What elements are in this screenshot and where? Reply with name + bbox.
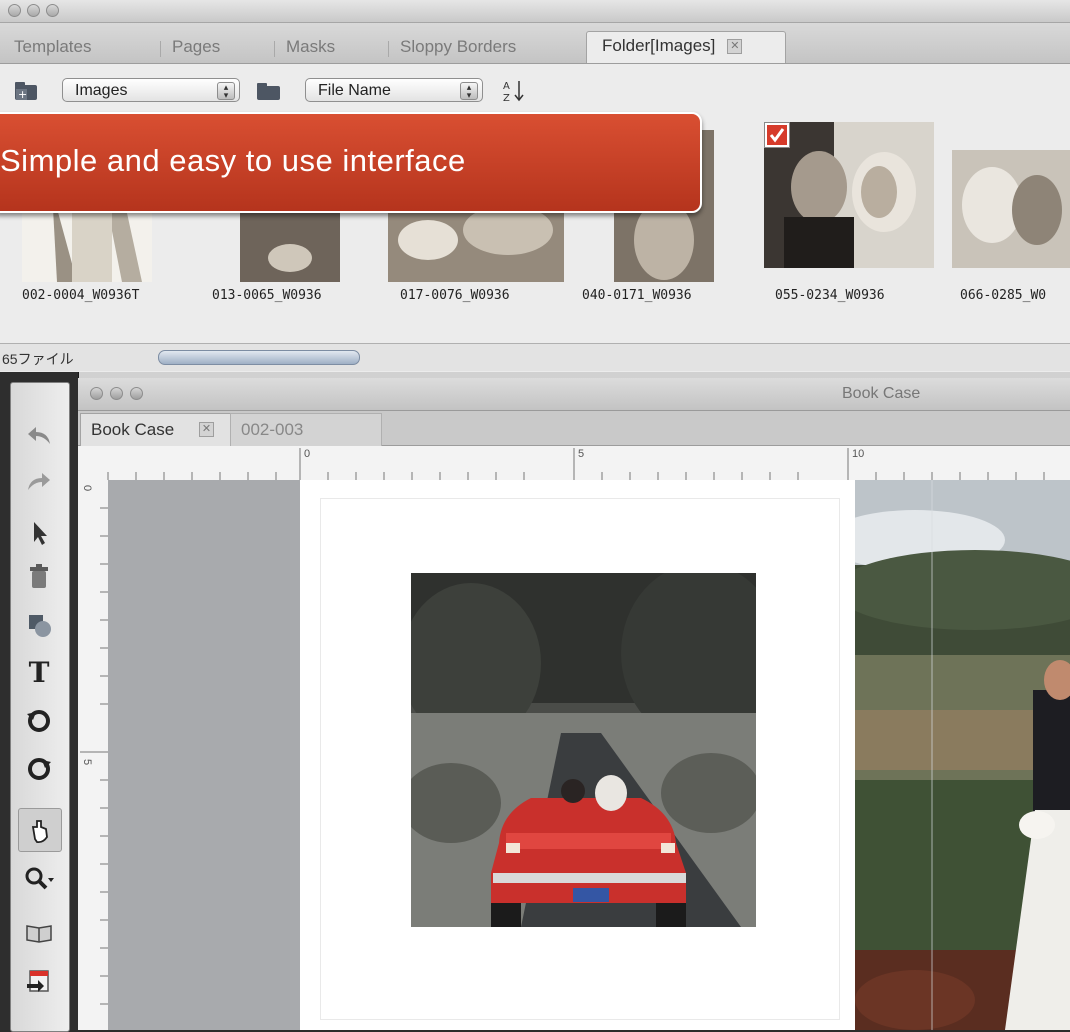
thumbnail-label: 017-0076_W0936 bbox=[400, 288, 510, 303]
horizontal-scrollbar[interactable] bbox=[158, 350, 360, 365]
close-icon[interactable]: ✕ bbox=[727, 39, 743, 55]
ruler-ticks bbox=[107, 448, 1045, 480]
tab-book-case[interactable]: Book Case ✕ bbox=[80, 413, 232, 446]
ruler-label: 10 bbox=[852, 448, 865, 460]
tab-label: 002-003 bbox=[241, 420, 304, 439]
ruler-label: 0 bbox=[304, 448, 311, 460]
select-arrow-icon: ▴ ▾ bbox=[217, 82, 235, 100]
thumbnail-label: 066-0285_W0 bbox=[960, 288, 1047, 303]
rotate-right-icon[interactable] bbox=[18, 748, 60, 790]
export-icon[interactable] bbox=[18, 960, 60, 1002]
undo-icon[interactable] bbox=[18, 416, 60, 458]
tab-label: Book Case bbox=[91, 420, 175, 439]
tab-002-003[interactable]: 002-003 bbox=[230, 413, 382, 446]
book-case-titlebar: Book Case bbox=[78, 378, 1070, 411]
window-zoom-button[interactable] bbox=[130, 387, 143, 400]
window-close-button[interactable] bbox=[90, 387, 103, 400]
image-browser-titlebar bbox=[0, 0, 1070, 23]
svg-text:A: A bbox=[503, 81, 510, 92]
ruler-label: 5 bbox=[81, 758, 94, 766]
folder-select-value: Images bbox=[75, 82, 128, 99]
sort-select[interactable]: File Name ▴ ▾ bbox=[305, 78, 483, 102]
checkmark-icon bbox=[767, 125, 787, 145]
vertical-ruler: 0 5 bbox=[78, 480, 109, 1030]
file-count: 65ファイル bbox=[2, 351, 74, 367]
photo-frame-car[interactable] bbox=[411, 573, 756, 927]
svg-text:Z: Z bbox=[503, 93, 510, 104]
pasteboard-area bbox=[108, 480, 300, 1030]
callout-text: Simple and easy to use interface bbox=[0, 143, 466, 178]
tab-folder-images[interactable]: Folder[Images] ✕ bbox=[586, 31, 786, 63]
tab-label: Sloppy Borders bbox=[400, 37, 517, 56]
tab-sloppy-borders[interactable]: Sloppy Borders bbox=[387, 33, 517, 63]
window-title: Book Case bbox=[842, 385, 921, 402]
tab-label: Templates bbox=[14, 37, 92, 56]
add-folder-icon[interactable]: + bbox=[14, 80, 40, 102]
shape-icon[interactable] bbox=[18, 604, 60, 646]
rotate-left-icon[interactable] bbox=[18, 700, 60, 742]
thumbnail-label: 055-0234_W0936 bbox=[775, 288, 885, 303]
car-photo bbox=[411, 573, 756, 927]
tab-pages[interactable]: Pages bbox=[159, 33, 221, 63]
folder-select[interactable]: Images ▴ ▾ bbox=[62, 78, 240, 102]
thumbnail-label: 002-0004_W0936T bbox=[22, 288, 140, 303]
sort-az-icon[interactable]: A Z bbox=[502, 78, 528, 104]
tab-masks[interactable]: Masks bbox=[273, 33, 336, 63]
folder-icon[interactable] bbox=[256, 82, 282, 102]
checkbox-selected[interactable] bbox=[764, 122, 790, 148]
horizontal-ruler: 0 5 10 bbox=[78, 446, 1070, 481]
couple-landscape-photo bbox=[855, 480, 1070, 1030]
trash-icon[interactable] bbox=[18, 556, 60, 598]
pan-icon[interactable] bbox=[18, 808, 62, 852]
book-tab-bar: Book Case ✕ 002-003 bbox=[78, 411, 1070, 446]
tab-templates[interactable]: Templates bbox=[14, 33, 91, 63]
ruler-label: 5 bbox=[578, 448, 585, 460]
window-close-button[interactable] bbox=[8, 4, 21, 17]
text-icon[interactable]: T bbox=[18, 652, 60, 694]
browser-toolbar: + Images ▴ ▾ File Name ▴ ▾ A Z bbox=[0, 64, 1070, 114]
tab-label: Masks bbox=[286, 37, 336, 56]
thumbnail-label: 013-0065_W0936 bbox=[212, 288, 322, 303]
zoom-icon[interactable] bbox=[18, 858, 60, 900]
thumbnail-label: 040-0171_W0936 bbox=[582, 288, 692, 303]
window-zoom-button[interactable] bbox=[46, 4, 59, 17]
window-minimize-button[interactable] bbox=[110, 387, 123, 400]
redo-icon[interactable] bbox=[18, 462, 60, 504]
book-icon[interactable] bbox=[18, 912, 60, 954]
close-icon[interactable]: ✕ bbox=[199, 422, 214, 437]
browser-tab-bar: Templates Pages Masks Sloppy Borders Fol… bbox=[0, 23, 1070, 64]
tab-label: Folder[Images] bbox=[602, 36, 716, 55]
sort-select-value: File Name bbox=[318, 82, 391, 99]
select-arrow-icon: ▴ ▾ bbox=[460, 82, 478, 100]
ruler-label: 0 bbox=[81, 484, 94, 492]
window-minimize-button[interactable] bbox=[27, 4, 40, 17]
pointer-icon[interactable] bbox=[18, 512, 60, 554]
ruler-ticks bbox=[80, 507, 108, 1005]
right-page-photo[interactable] bbox=[855, 480, 1070, 1030]
browser-status-bar: 65ファイル bbox=[0, 343, 1070, 371]
thumbnail-image[interactable] bbox=[952, 150, 1070, 268]
svg-text:+: + bbox=[18, 88, 27, 101]
tab-label: Pages bbox=[172, 37, 221, 56]
